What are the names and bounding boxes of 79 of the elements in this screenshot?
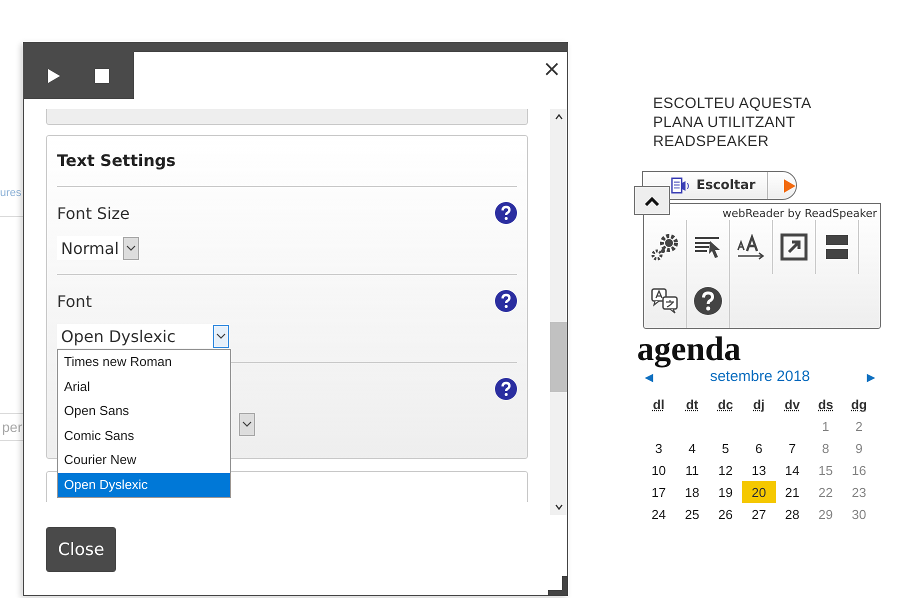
setting-label: Font	[57, 292, 92, 310]
dropdown-select[interactable]: Open Dyslexic	[57, 324, 229, 348]
calendar-day[interactable]: 11	[675, 459, 709, 481]
calendar-day[interactable]: 12	[708, 459, 742, 481]
dropdown-option[interactable]: Open Sans	[58, 399, 230, 424]
dropdown-option[interactable]: Times new Roman	[58, 350, 230, 374]
calendar-day[interactable]: 10	[642, 459, 676, 481]
calendar-day[interactable]: 6	[742, 437, 776, 459]
chevron-down-icon	[216, 333, 226, 339]
dropdown-option[interactable]: Comic Sans	[58, 424, 230, 448]
calendar-day[interactable]: 15	[808, 459, 842, 481]
weekday-label: dl	[652, 396, 664, 412]
help-icon[interactable]	[495, 290, 517, 312]
settings-icon[interactable]	[650, 232, 680, 262]
weekday-label: dv	[784, 396, 800, 412]
setting-label: Font Size	[57, 204, 130, 222]
scrollbar[interactable]	[550, 109, 567, 515]
calendar-day[interactable]: 30	[842, 503, 876, 525]
next-month-button[interactable]: ►	[860, 368, 882, 384]
calendar-day[interactable]: 18	[675, 481, 709, 503]
dropdown-select[interactable]: Normal	[57, 236, 139, 260]
collapse-button[interactable]	[634, 186, 670, 215]
calendar-day[interactable]: 9	[842, 437, 876, 459]
resize-handle[interactable]	[548, 576, 568, 596]
calendar-day[interactable]: 5	[708, 437, 742, 459]
caret-up-icon	[644, 196, 660, 206]
listen-button[interactable]: Escoltar	[642, 171, 797, 200]
calendar-day[interactable]: 4	[675, 437, 709, 459]
calendar-day[interactable]: 1	[808, 415, 842, 437]
calendar-day[interactable]: 21	[776, 481, 809, 503]
calendar-day[interactable]: 27	[742, 503, 776, 525]
calendar-day[interactable]: 20	[742, 481, 776, 503]
page-mask-icon[interactable]	[826, 235, 848, 259]
help-icon[interactable]	[694, 287, 722, 315]
weekday-label: dt	[686, 396, 698, 412]
chevron-down-icon	[242, 421, 252, 427]
stop-icon[interactable]	[95, 68, 109, 82]
calendar-day[interactable]: 7	[776, 437, 809, 459]
calendar-day[interactable]: 28	[776, 503, 809, 525]
calendar-day[interactable]: 2	[842, 415, 876, 437]
play-icon[interactable]	[784, 178, 796, 192]
help-icon[interactable]	[495, 378, 517, 400]
calendar-day[interactable]: 26	[708, 503, 742, 525]
calendar-day[interactable]: 8	[808, 437, 842, 459]
weekday-label: dg	[851, 396, 867, 412]
section-title: Text Settings	[57, 136, 517, 187]
calendar-day[interactable]: 25	[675, 503, 709, 525]
help-icon[interactable]	[495, 202, 517, 224]
scroll-up-icon[interactable]	[554, 114, 562, 120]
calendar-day[interactable]: 3	[642, 437, 676, 459]
scroll-thumb[interactable]	[550, 322, 567, 392]
weekday-label: dc	[718, 396, 734, 412]
month-title: setembre 2018	[710, 368, 810, 385]
dropdown-option[interactable]: Arial	[58, 374, 230, 399]
calendar-day[interactable]: 24	[642, 503, 676, 525]
play-icon[interactable]	[47, 68, 61, 84]
weekday-label: ds	[818, 396, 834, 412]
scroll-down-icon[interactable]	[554, 504, 562, 510]
readspeaker-heading: ESCOLTEU AQUESTA PLANA UTILITZANT READSPEAKER	[653, 94, 812, 151]
calendar-day[interactable]: 16	[842, 459, 876, 481]
close-button[interactable]: Close	[46, 527, 116, 572]
dropdown-option[interactable]: Courier New	[58, 448, 230, 472]
calendar-day[interactable]: 19	[708, 481, 742, 503]
translate-icon[interactable]	[651, 288, 679, 314]
text-size-icon[interactable]	[737, 234, 765, 260]
cursor-lines-icon[interactable]	[694, 235, 722, 259]
calendar-day[interactable]: 29	[808, 503, 842, 525]
calendar-day[interactable]: 17	[642, 481, 676, 503]
calendar-day[interactable]: 22	[808, 481, 842, 503]
calendar-day[interactable]: 14	[776, 459, 809, 481]
calendar-day[interactable]: 23	[842, 481, 876, 503]
calendar-day[interactable]: 13	[742, 459, 776, 481]
previous-month-button[interactable]: ◄	[638, 368, 660, 384]
chevron-down-icon	[126, 245, 136, 251]
dropdown-option[interactable]: Open Dyslexic	[58, 472, 230, 497]
agenda-heading: agenda	[637, 332, 742, 368]
credit-text: webReader by ReadSpeaker	[721, 206, 878, 220]
speaker-document-icon	[671, 176, 690, 194]
weekday-label: dj	[753, 396, 765, 412]
